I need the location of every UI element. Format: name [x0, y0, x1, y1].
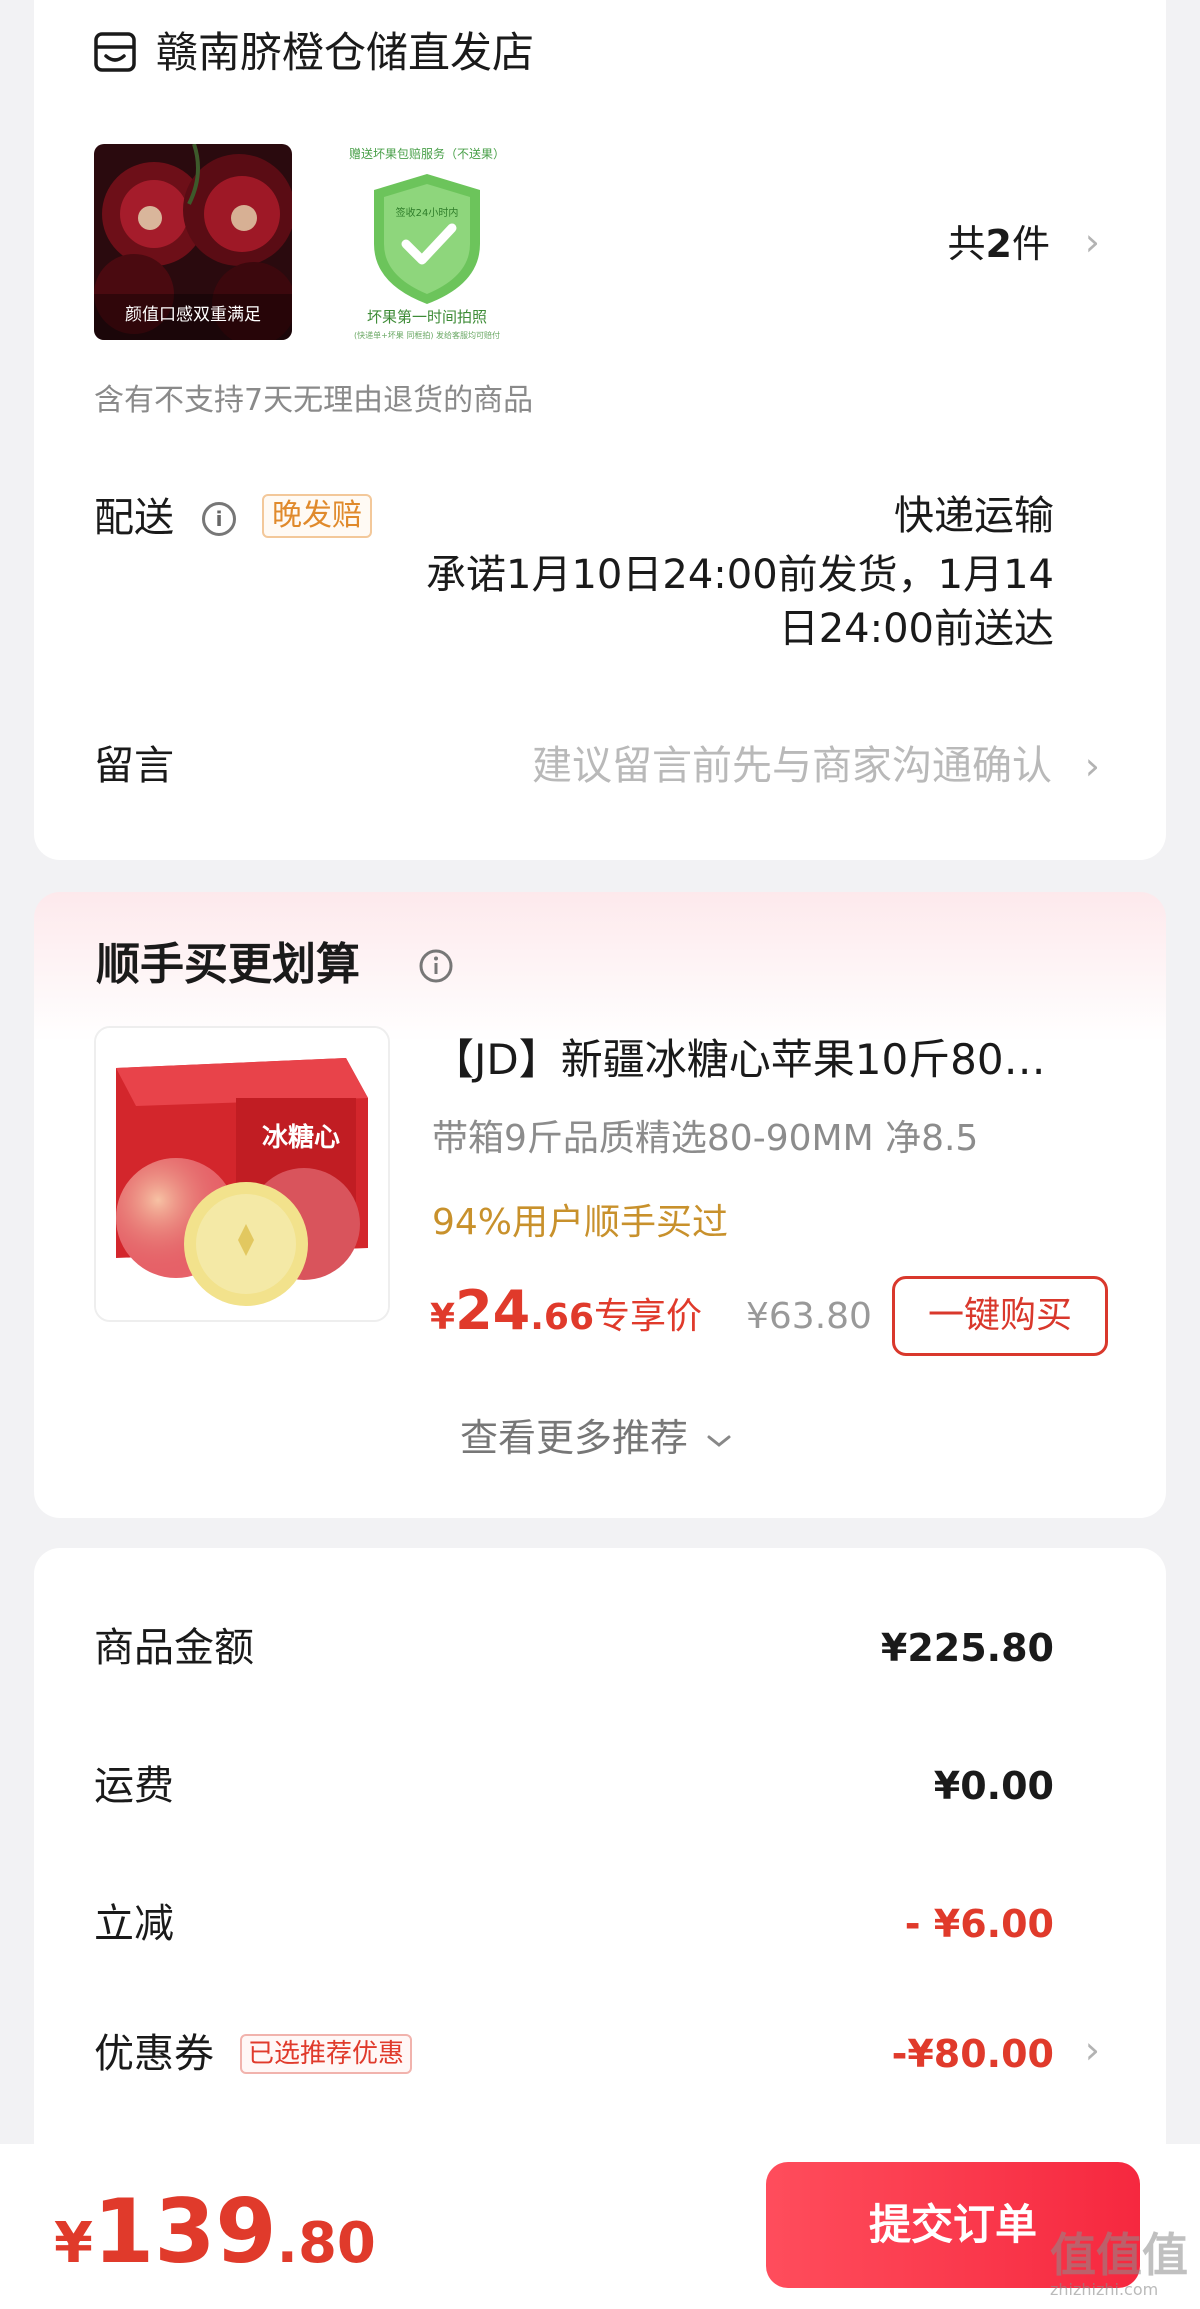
message-label: 留言 [94, 743, 174, 789]
chevron-right-icon[interactable]: › [1085, 214, 1100, 270]
store-card [34, 0, 1166, 860]
promo-title: 顺手买更划算 [96, 939, 360, 990]
one-click-buy-button[interactable]: 一键购买 [892, 1276, 1108, 1356]
order-total: ¥139.80 [54, 2180, 376, 2283]
info-icon[interactable]: i [202, 502, 236, 536]
chevron-right-icon[interactable]: › [1085, 738, 1100, 794]
guarantee-shield-text: 签收24小时内 [396, 206, 459, 219]
coupon-value[interactable]: -¥80.00 [892, 2024, 1054, 2084]
watermark-url: zhizhizhi.com [1050, 2280, 1159, 2299]
product-thumbnail-guarantee[interactable]: 赠送坏果包赔服务（不送果） 签收24小时内 坏果第一时间拍照 (快递单+坏果 同… [312, 144, 542, 340]
guarantee-small-text: (快递单+坏果 同框拍) 发给客服均可赔付 [354, 330, 500, 340]
original-price: ¥63.80 [746, 1296, 872, 1337]
delivery-method: 快递运输 [894, 493, 1054, 539]
social-proof: 94%用户顺手买过 [432, 1202, 729, 1243]
see-more-recommendations[interactable]: 查看更多推荐 [460, 1410, 732, 1466]
coupon-badge: 已选推荐优惠 [240, 2034, 413, 2074]
goods-amount-value: ¥225.80 [880, 1626, 1054, 1670]
thumb-caption: 颜值口感双重满足 [125, 305, 261, 325]
exclusive-price-label: 专享价 [594, 1296, 703, 1337]
store-icon [94, 32, 136, 72]
item-count[interactable]: 共2件 [948, 216, 1050, 272]
chevron-down-icon [707, 1435, 731, 1447]
box-text: 冰糖心 [262, 1122, 340, 1153]
goods-amount-label: 商品金额 [94, 1625, 254, 1671]
info-icon[interactable] [418, 948, 454, 984]
product-price: ¥24.66 [430, 1279, 594, 1342]
product-image-apple[interactable]: 冰糖心 [94, 1026, 390, 1322]
store-name[interactable]: 赣南脐橙仓储直发店 [156, 22, 534, 84]
watermark-logo: 值值值 [1050, 2228, 1188, 2282]
discount-label: 立减 [94, 1901, 174, 1947]
message-input[interactable]: 建议留言前先与商家沟通确认 [532, 736, 1052, 796]
late-compensation-badge: 晚发赔 [262, 494, 372, 538]
shipping-label: 运费 [94, 1763, 174, 1809]
chevron-right-icon[interactable]: › [1085, 2022, 1100, 2078]
guarantee-top-text: 赠送坏果包赔服务（不送果） [349, 146, 505, 161]
delivery-promise: 承诺1月10日24:00前发货，1月14日24:00前送达 [426, 552, 1054, 652]
return-notice: 含有不支持7天无理由退货的商品 [94, 383, 534, 418]
delivery-label: 配送 [94, 495, 174, 541]
coupon-label: 优惠券 [94, 2031, 214, 2077]
product-spec: 带箱9斤品质精选80-90MM 净8.5 [432, 1118, 979, 1159]
discount-value: - ¥6.00 [904, 1902, 1054, 1946]
shipping-value: ¥0.00 [933, 1764, 1054, 1808]
guarantee-bottom-text: 坏果第一时间拍照 [367, 308, 487, 326]
product-thumbnail-cherry[interactable]: 颜值口感双重满足 [94, 144, 292, 340]
product-name[interactable]: 【JD】新疆冰糖心苹果10斤80… [432, 1028, 1046, 1092]
